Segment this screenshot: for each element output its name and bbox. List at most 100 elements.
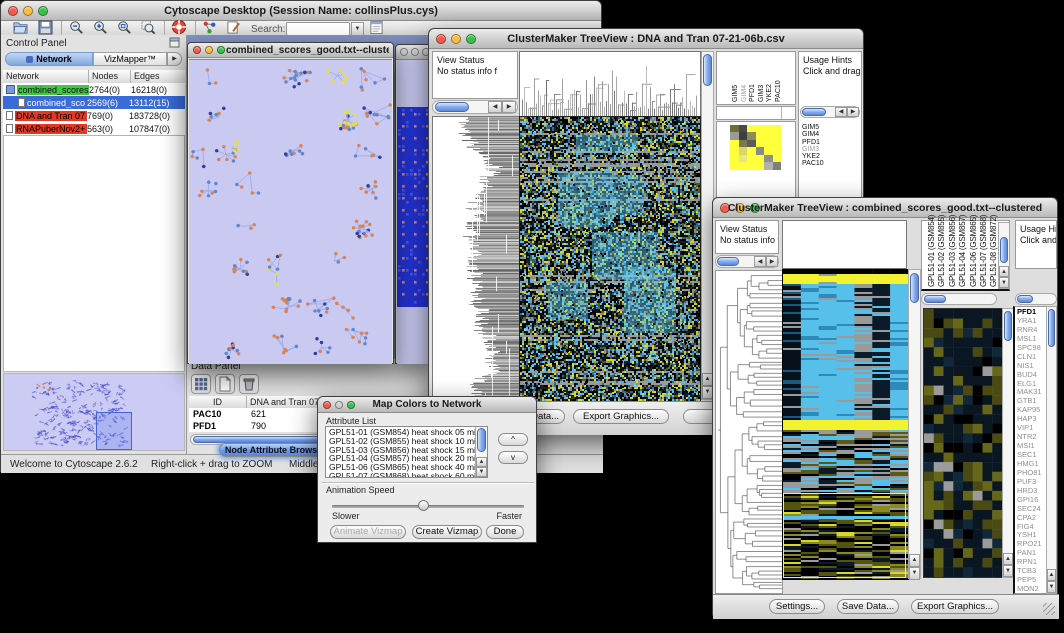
network-canvas[interactable]: [189, 59, 392, 364]
tv1-column-dendrogram[interactable]: [519, 51, 701, 117]
vscroll-thumb[interactable]: [1000, 237, 1008, 263]
tv2-gene-hscrollbar[interactable]: [1015, 293, 1057, 305]
search-dropdown-button[interactable]: ▼: [351, 22, 364, 36]
tv1-row-label[interactable]: PAC10: [802, 160, 824, 167]
tv2-column-label[interactable]: GPL51-02 (GSM855): [937, 215, 946, 287]
hscroll-thumb[interactable]: [717, 257, 739, 266]
tv1-footer-button[interactable]: Export Graphics...: [573, 409, 669, 424]
scroll-down-button[interactable]: ▼: [1047, 581, 1056, 593]
dialog-button[interactable]: Animate Vizmap: [330, 525, 406, 539]
minimize-icon[interactable]: [205, 46, 213, 54]
search-input[interactable]: [286, 22, 350, 36]
tab-network[interactable]: Network: [5, 52, 93, 66]
tv2-row-dendrogram[interactable]: [715, 270, 783, 594]
hscroll-thumb[interactable]: [802, 108, 826, 116]
save-icon[interactable]: [38, 20, 53, 35]
scroll-right-button[interactable]: ▶: [766, 256, 778, 267]
tv1-labels-hscrollbar[interactable]: ◀ ▶: [800, 106, 860, 118]
background-window-titlebar[interactable]: [396, 45, 429, 60]
tv2-zoom-hscrollbar[interactable]: [921, 293, 997, 305]
column-header[interactable]: ID: [189, 396, 247, 408]
scroll-left-button[interactable]: ◀: [754, 256, 766, 267]
tv2-gene-list[interactable]: PFD1YRA1RNR4MSL1SPC98CLN1NIS1BUD4ELG1MAK…: [1017, 308, 1042, 594]
zoom-fit-icon[interactable]: [117, 20, 132, 35]
scroll-down-button[interactable]: ▼: [909, 567, 920, 580]
correlation-matrix[interactable]: [730, 125, 781, 170]
tab-overflow-button[interactable]: ▶: [167, 52, 182, 66]
move-attribute-up-button[interactable]: ^: [498, 433, 528, 446]
network-list[interactable]: combined_scores 2764(0) 16218(0) combine…: [3, 83, 185, 135]
tv1-row-label[interactable]: GIM3: [802, 146, 824, 153]
background-network-grid[interactable]: [397, 107, 429, 307]
tv2-column-label[interactable]: GPL51-03 (GSM856): [948, 215, 957, 287]
tv1-column-label[interactable]: GIM3: [758, 85, 765, 102]
scroll-up-button[interactable]: ▲: [909, 554, 920, 567]
tv2-column-label[interactable]: GPL51-07 (GSM868): [979, 215, 988, 287]
tv2-footer-button[interactable]: Save Data...: [837, 599, 899, 614]
help-icon[interactable]: [171, 19, 187, 35]
column-header[interactable]: Edges: [131, 70, 185, 83]
network-row[interactable]: DNA and Tran 07 769(0) 183728(0): [3, 109, 185, 122]
hscroll-thumb[interactable]: [1017, 295, 1033, 303]
network-row[interactable]: combined_scores 2764(0) 16218(0): [3, 83, 185, 96]
move-attribute-down-button[interactable]: v: [498, 451, 528, 464]
tv2-status-hscrollbar[interactable]: ◀ ▶: [715, 255, 779, 268]
zoom-window-icon[interactable]: [217, 46, 225, 54]
attribute-listbox[interactable]: GPL51-01 (GSM854) heat shock 05 minGPL51…: [325, 426, 488, 478]
zoom-selected-icon[interactable]: [141, 20, 156, 35]
annotation-icon[interactable]: [226, 20, 241, 35]
resize-grip-icon[interactable]: [1043, 603, 1055, 615]
gene-label[interactable]: MON2: [1017, 585, 1042, 594]
tv2-column-dendrogram-area[interactable]: [782, 220, 907, 269]
tv1-column-label[interactable]: YKE2: [766, 84, 773, 102]
float-panel-icon[interactable]: [169, 37, 180, 48]
tv1-column-label[interactable]: PAC10: [775, 80, 782, 102]
scroll-up-button[interactable]: ▲: [999, 266, 1009, 277]
tv2-column-label[interactable]: GPL51-04 (GSM857): [958, 215, 967, 287]
scroll-down-button[interactable]: ▼: [999, 277, 1009, 288]
attribute-item[interactable]: GPL51-07 (GSM868) heat shock 60 min: [326, 472, 474, 478]
tab-vizmapper[interactable]: VizMapper™: [93, 52, 167, 66]
report-icon[interactable]: [369, 20, 384, 35]
attribute-vscrollbar[interactable]: ▲ ▼: [475, 427, 487, 477]
vscroll-thumb[interactable]: [1004, 311, 1012, 341]
slider-thumb[interactable]: [418, 500, 429, 511]
tv2-heatmap-vscrollbar[interactable]: ▲ ▼: [908, 269, 921, 579]
zoom-out-icon[interactable]: [69, 20, 84, 35]
new-attribute-button[interactable]: [215, 374, 235, 394]
scroll-up-button[interactable]: ▲: [1047, 569, 1056, 581]
tv2-footer-button[interactable]: Export Graphics...: [911, 599, 999, 614]
tv1-row-label[interactable]: PFD1: [802, 139, 824, 146]
network-overview-canvas[interactable]: [4, 374, 184, 450]
node-attribute-browser-button[interactable]: Node Attribute Brows: [219, 443, 323, 457]
column-header[interactable]: Network: [3, 70, 89, 83]
dialog-button[interactable]: Done: [486, 525, 524, 539]
tv1-row-label[interactable]: YKE2: [802, 153, 824, 160]
scroll-up-button[interactable]: ▲: [1003, 553, 1013, 565]
tv1-column-label[interactable]: GIM5: [732, 85, 739, 102]
tv1-row-label[interactable]: GIM4: [802, 131, 824, 138]
animation-slider[interactable]: [332, 500, 524, 512]
dialog-button[interactable]: Create Vizmap: [412, 525, 482, 539]
vscroll-thumb[interactable]: [703, 54, 712, 86]
overview-viewport-rect[interactable]: [96, 412, 132, 450]
open-file-icon[interactable]: [13, 20, 28, 35]
scroll-left-button[interactable]: ◀: [488, 101, 502, 113]
close-icon[interactable]: [400, 48, 408, 56]
zoom-in-icon[interactable]: [93, 20, 108, 35]
tv1-status-hscrollbar[interactable]: ◀ ▶: [432, 100, 518, 114]
hscroll-thumb[interactable]: [924, 295, 946, 303]
tv1-column-label[interactable]: PFD1: [749, 84, 756, 102]
tv2-zoom-heatmap[interactable]: [923, 308, 1003, 578]
tv1-row-dendrogram[interactable]: [432, 116, 520, 402]
scroll-right-button[interactable]: ▶: [502, 101, 516, 113]
tv2-column-label[interactable]: GPL51-01 (GSM854): [927, 215, 936, 287]
network-row[interactable]: combined_sco 2569(6) 13112(15): [3, 96, 185, 109]
scroll-left-button[interactable]: ◀: [835, 107, 847, 117]
vizmap-icon[interactable]: [202, 20, 217, 35]
hscroll-thumb[interactable]: [435, 102, 469, 112]
tv1-row-label[interactable]: GIM5: [802, 124, 824, 131]
scroll-down-button[interactable]: ▼: [476, 467, 487, 477]
network-row[interactable]: RNAPuberNov2+ 563(0) 107847(0): [3, 122, 185, 135]
column-header[interactable]: Nodes: [89, 70, 131, 83]
